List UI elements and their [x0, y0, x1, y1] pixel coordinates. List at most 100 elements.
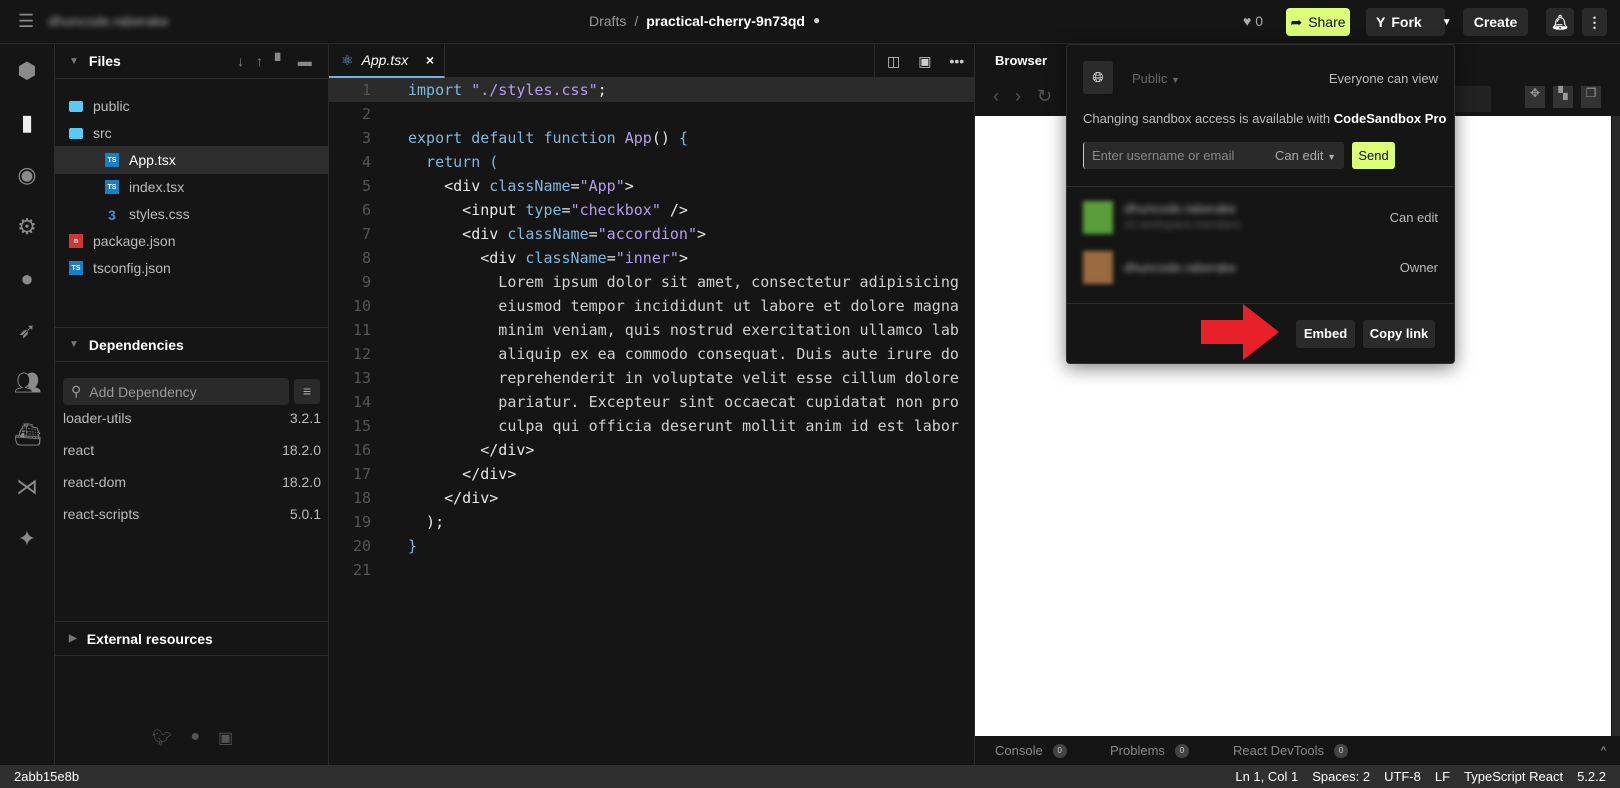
dependency-item[interactable]: react-dom 18.2.0 [63, 474, 321, 490]
pro-notice: Changing sandbox access is available wit… [1083, 111, 1446, 126]
username-input[interactable]: Enter username or email Can edit ▼ [1083, 142, 1344, 169]
preview-icon[interactable]: ▣ [918, 53, 931, 70]
share-button[interactable]: ➦ Share [1286, 8, 1350, 36]
new-window-icon[interactable]: ❐ [1581, 86, 1601, 108]
file-item[interactable]: TS App.tsx [55, 146, 329, 174]
vscode-icon[interactable]: ⋊ [14, 474, 40, 500]
upload-icon[interactable]: ↑ [256, 53, 275, 69]
dependency-item[interactable]: react-scripts 5.0.1 [63, 506, 321, 522]
tab-app-tsx[interactable]: ⚛ App.tsx × [329, 44, 445, 78]
line-content: <div className="App"> [408, 174, 634, 198]
bottom-tab[interactable]: React DevTools 0 [1233, 743, 1349, 758]
gear-icon[interactable]: ⚙ [14, 214, 40, 240]
chevron-up-icon[interactable]: ^ [1601, 745, 1606, 757]
cube-icon[interactable]: ⬢ [14, 58, 40, 84]
devtools-icon[interactable]: ✥ [1525, 86, 1545, 108]
fork-icon: Y [1376, 14, 1386, 30]
new-folder-icon[interactable]: ▬ [298, 53, 324, 69]
split-icon[interactable]: ▚ [1553, 86, 1573, 108]
dependency-version: 18.2.0 [282, 442, 321, 458]
scrollbar[interactable] [1612, 116, 1620, 736]
more-icon[interactable]: ⋮ [1582, 8, 1607, 36]
cursor-position[interactable]: Ln 1, Col 1 [1235, 769, 1298, 784]
file-item[interactable]: TS tsconfig.json [55, 254, 329, 282]
users-icon[interactable]: 👥︎ [14, 370, 42, 396]
bottom-tab[interactable]: Problems 0 [1110, 743, 1189, 758]
line-number: 1 [361, 81, 371, 99]
code-line: 11 minim veniam, quis nostrud exercitati… [329, 318, 975, 342]
docker-icon[interactable]: ⛴ [14, 422, 42, 448]
code-token: = [606, 249, 616, 267]
visibility-select[interactable]: Public ▼ [1132, 71, 1180, 86]
sandbox-name[interactable]: practical-cherry-9n73qd [646, 13, 805, 29]
line-ending[interactable]: LF [1435, 769, 1450, 784]
create-button[interactable]: Create [1463, 8, 1528, 36]
external-resources-header[interactable]: ▶ External resources [55, 621, 329, 656]
sparkles-icon[interactable]: ✦ [14, 526, 40, 552]
file-item[interactable]: public [55, 92, 329, 120]
copy-link-button[interactable]: Copy link [1363, 320, 1435, 348]
github-icon[interactable]: ● [190, 728, 200, 748]
rocket-icon[interactable]: ➶ [14, 318, 40, 344]
bell-icon[interactable]: 🔔︎ [1546, 8, 1574, 36]
bottom-tab[interactable]: Console 0 [995, 743, 1067, 758]
embed-button[interactable]: Embed [1296, 320, 1355, 348]
code-token: "./styles.css" [462, 81, 598, 99]
forward-icon[interactable]: › [1015, 86, 1037, 106]
file-item[interactable]: src [55, 119, 329, 147]
commit-hash[interactable]: 2abb15e8b [14, 769, 79, 784]
file-icon[interactable]: ▮ [14, 110, 40, 136]
codesandbox-pro-link[interactable]: CodeSandbox Pro [1334, 111, 1447, 126]
discord-icon[interactable]: ▣ [218, 728, 233, 748]
file-item[interactable]: 3 styles.css [55, 200, 329, 228]
refresh-icon[interactable]: ↻ [1037, 86, 1068, 106]
add-dependency-input[interactable]: ⚲ Add Dependency [63, 378, 289, 405]
back-icon[interactable]: ‹ [993, 86, 1015, 106]
dependency-version: 5.0.1 [289, 506, 321, 522]
member-sub: 10 workspace members [1124, 219, 1241, 231]
new-file-icon[interactable]: ▘ [275, 53, 298, 69]
line-number: 7 [361, 225, 371, 243]
editor-tabs: ⚛ App.tsx × ◫ ▣ ••• [329, 44, 974, 78]
send-button[interactable]: Send [1352, 142, 1395, 169]
dependency-item[interactable]: react 18.2.0 [63, 442, 321, 458]
folder-open-icon [69, 127, 83, 139]
line-content: </div> [408, 462, 516, 486]
line-number: 4 [361, 153, 371, 171]
code-line: 6 <input type="checkbox" /> [329, 198, 975, 222]
more-icon[interactable]: ••• [949, 53, 964, 69]
download-icon[interactable]: ↓ [237, 53, 256, 69]
hamburger-icon[interactable]: ☰ [18, 11, 34, 32]
close-icon[interactable]: × [426, 52, 434, 68]
search-icon[interactable]: ◉ [14, 162, 40, 188]
fork-button[interactable]: Y Fork ▼ [1366, 8, 1452, 36]
line-number: 6 [361, 201, 371, 219]
code-token: import [408, 81, 463, 99]
file-item[interactable]: n package.json [55, 227, 329, 255]
dependency-menu-icon[interactable]: ≡ [294, 379, 320, 404]
dependencies-header[interactable]: ▼ Dependencies [55, 327, 329, 362]
github-icon[interactable]: ● [14, 266, 40, 292]
owner-role: Owner [1399, 260, 1438, 275]
expand-icon: ▶ [69, 633, 77, 644]
social-links: 🐦︎ ● ▣ [152, 728, 233, 748]
chevron-down-icon[interactable]: ▼ [1442, 17, 1452, 28]
tab-browser[interactable]: Browser [995, 53, 1047, 68]
file-item[interactable]: TS index.tsx [55, 173, 329, 201]
twitter-icon[interactable]: 🐦︎ [152, 728, 172, 748]
like-button[interactable]: ♥ 0 [1243, 13, 1263, 29]
files-header[interactable]: ▼ Files ↓↑▘▬ [55, 44, 329, 79]
line-content: pariatur. Excepteur sint occaecat cupida… [408, 390, 959, 414]
url-bar[interactable] [1455, 86, 1491, 112]
encoding[interactable]: UTF-8 [1384, 769, 1421, 784]
code-area[interactable]: 1 import "./styles.css"; 2 3 export default … [329, 78, 975, 765]
indentation[interactable]: Spaces: 2 [1312, 769, 1370, 784]
dependency-item[interactable]: loader-utils 3.2.1 [63, 410, 321, 426]
breadcrumb-drafts[interactable]: Drafts [589, 13, 626, 29]
language-mode[interactable]: TypeScript React [1464, 769, 1563, 784]
code-token: </div> [408, 465, 517, 483]
split-view-icon[interactable]: ◫ [887, 53, 900, 70]
code-token: return ( [408, 153, 499, 171]
permission-select[interactable]: Can edit ▼ [1275, 142, 1336, 171]
editor-actions: ◫ ▣ ••• [874, 44, 964, 78]
